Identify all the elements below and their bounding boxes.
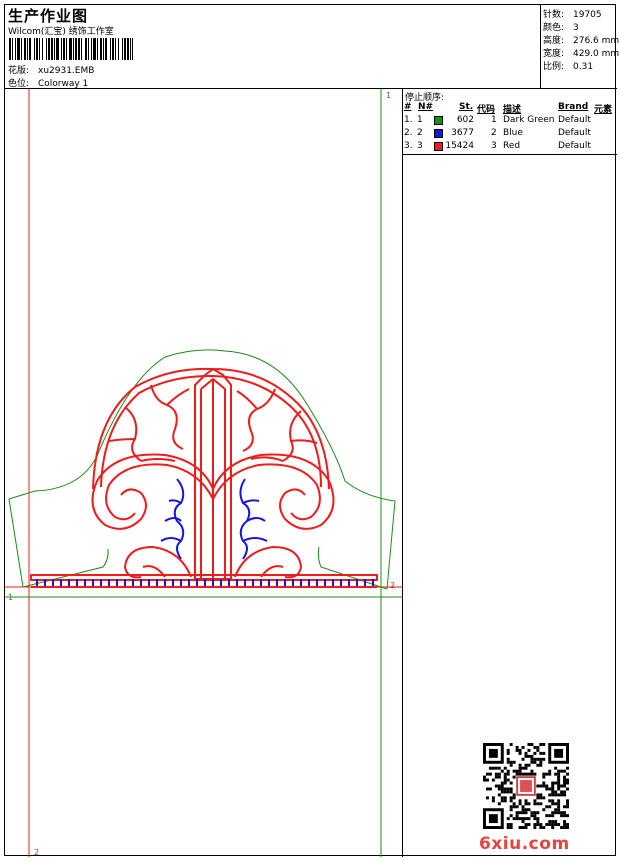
col-index: # [404, 102, 412, 112]
col-needle: N# [418, 102, 434, 112]
fabric-outline-right [317, 546, 388, 590]
qr-code-icon [483, 743, 569, 829]
software-subtitle: Wilcom(汇宝) 绣饰工作室 [8, 27, 114, 37]
design-preview-area: 1 1 2 2 [5, 89, 403, 857]
stop-table-header: # N# St. 代码 描述 Brand 元素 [403, 102, 617, 115]
header-info: 生产作业图 Wilcom(汇宝) 绣饰工作室 花版: xu2931.EMB 色位:… [5, 5, 541, 89]
col-brand: Brand [558, 102, 589, 112]
design-file-value: xu2931.EMB [38, 66, 95, 76]
col-description: 描述 [503, 105, 522, 115]
stat-width: 宽度: 429.0 mm [543, 49, 620, 59]
design-stats: 针数: 19705 颜色: 3 高度: 276.6 mm 宽度: 429.0 mm 比例… [541, 5, 620, 89]
fabric-outline-left [22, 548, 109, 588]
color-swatch [434, 142, 443, 151]
brand-logo: 6xiu.com [479, 834, 570, 854]
guide-marker-top: 1 [386, 91, 391, 100]
stat-stitches: 针数: 19705 [543, 10, 602, 20]
color-swatch [434, 129, 443, 138]
colorway-row: 色位: Colorway 1 [8, 76, 88, 89]
guide-marker-left: 1 [8, 593, 13, 602]
stat-scale: 比例: 0.31 [543, 62, 594, 72]
col-code: 代码 [477, 105, 496, 115]
table-row: 2. 2 3677 2 Blue Default [404, 128, 591, 138]
barcode-icon [9, 38, 133, 60]
color-swatch [434, 116, 443, 125]
colorway-value: Colorway 1 [38, 79, 89, 89]
stat-height: 高度: 276.6 mm [543, 36, 620, 46]
embroidery-design: 1 1 2 2 [5, 89, 403, 857]
stat-colors: 颜色: 3 [543, 23, 579, 33]
table-row: 3. 3 15424 3 Red Default [404, 141, 591, 151]
production-sheet: 生产作业图 Wilcom(汇宝) 绣饰工作室 花版: xu2931.EMB 色位:… [4, 4, 620, 857]
guide-marker-bottom: 2 [34, 848, 39, 857]
table-row: 1. 1 602 1 Dark Green Default [404, 115, 591, 125]
page-title: 生产作业图 [8, 7, 89, 25]
stop-sequence-panel: 停止顺序: # N# St. 代码 描述 Brand 元素 1. 1 602 1… [403, 89, 617, 155]
guide-marker-right: 2 [390, 581, 395, 590]
col-element: 元素 [594, 105, 613, 115]
design-file-label: 花版: [8, 66, 30, 76]
design-file-row: 花版: xu2931.EMB [8, 63, 94, 76]
colorway-label: 色位: [8, 79, 30, 89]
col-stitches: St. [459, 102, 474, 112]
